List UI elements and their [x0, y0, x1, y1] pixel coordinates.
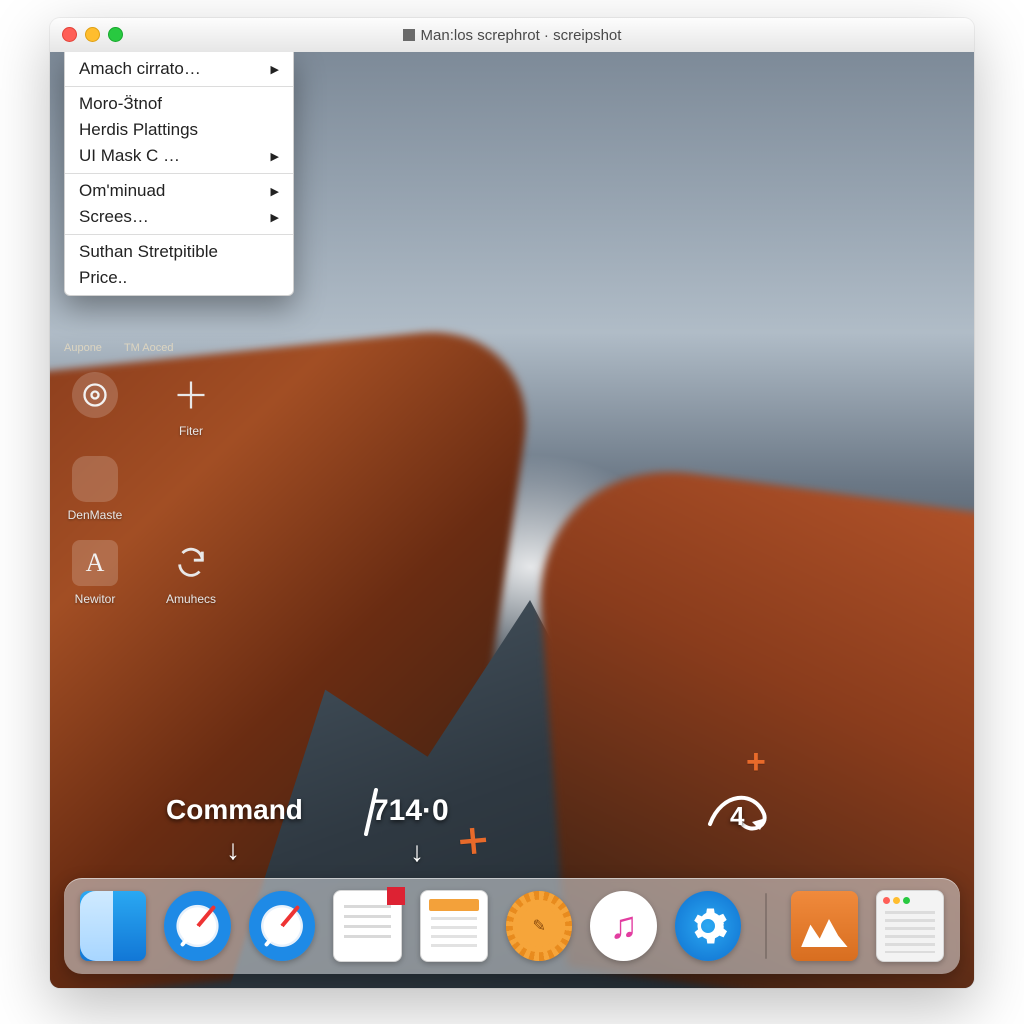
menu-item-uimask[interactable]: UI Mask C … ▶ [65, 143, 293, 169]
menu-item-moro[interactable]: Moro-Ӟtnof [65, 91, 293, 117]
menu-item-label: UI Mask C … [79, 146, 180, 166]
annotation-number: 714·0 [372, 794, 449, 828]
menu-item-label: Price.. [79, 268, 127, 288]
plus-icon [168, 372, 214, 418]
widget-label: Amuhecs [166, 592, 216, 606]
menu-item-price[interactable]: Price.. [65, 265, 293, 291]
window-title: Man:los screphrot · screipshot [403, 27, 622, 44]
submenu-arrow-icon: ▶ [271, 211, 279, 224]
traffic-lights [62, 27, 123, 42]
arrow-down-icon: ↓ [410, 836, 424, 868]
menu-item-label: Screes… [79, 207, 149, 227]
widget-label: Fiter [179, 424, 203, 438]
submenu-arrow-icon: ▶ [271, 63, 279, 76]
desktop[interactable]: Amach cirrato… ▶ Moro-Ӟtnof Herdis Platt… [50, 52, 974, 988]
widgets-top-labels: Aupone TM Aoced [64, 342, 264, 354]
dock-notes-icon[interactable] [420, 890, 488, 962]
dock-settings-icon[interactable] [675, 891, 741, 961]
menu-item-omminuad[interactable]: Om'minuad ▶ [65, 178, 293, 204]
dock-finder-icon[interactable] [80, 891, 146, 961]
dropdown-menu: Amach cirrato… ▶ Moro-Ӟtnof Herdis Platt… [64, 52, 294, 296]
menu-item-label: Amach cirrato… [79, 59, 201, 79]
widget-label: TM Aoced [124, 342, 174, 354]
menu-item-label: Moro-Ӟtnof [79, 94, 162, 114]
menu-separator [65, 234, 293, 235]
arrow-down-icon: ↓ [226, 834, 240, 866]
rounded-square-icon [72, 456, 118, 502]
menu-item-herdis[interactable]: Herdis Plattings [65, 117, 293, 143]
menu-item-amach[interactable]: Amach cirrato… ▶ [65, 56, 293, 82]
dock-seal-icon[interactable]: ✎ [506, 891, 572, 961]
window-title-text: Man:los screphrot · screipshot [421, 27, 622, 44]
menu-item-label: Om'minuad [79, 181, 165, 201]
widget-newitor[interactable]: A Newitor [64, 540, 126, 606]
dock-safari-icon-2[interactable] [249, 891, 315, 961]
titlebar: Man:los screphrot · screipshot [50, 18, 974, 53]
widget-label: Newitor [75, 592, 116, 606]
submenu-arrow-icon: ▶ [271, 150, 279, 163]
annotation-command: Command [166, 794, 303, 826]
widget-label: Aupone [64, 342, 102, 354]
title-icon [403, 29, 415, 41]
menu-item-label: Herdis Plattings [79, 120, 198, 140]
app-window: Man:los screphrot · screipshot Amach cir… [50, 18, 974, 988]
menu-item-screes[interactable]: Screes… ▶ [65, 204, 293, 230]
widget-denmaste[interactable]: DenMaste [64, 456, 126, 522]
widget-fiter[interactable]: Fiter [160, 372, 222, 438]
desktop-widgets: Aupone TM Aoced Fiter [64, 342, 264, 606]
annotation-stroke-icon [362, 788, 380, 838]
target-icon [72, 372, 118, 418]
refresh-icon [168, 540, 214, 586]
dock-safari-icon[interactable] [164, 891, 230, 961]
submenu-arrow-icon: ▶ [271, 185, 279, 198]
plus-icon: + [746, 743, 766, 782]
widget-target[interactable] [64, 372, 126, 424]
menu-separator [65, 86, 293, 87]
dock-separator [765, 893, 767, 959]
widget-label: DenMaste [68, 508, 123, 522]
close-window-button[interactable] [62, 27, 77, 42]
letter-a-icon: A [72, 540, 118, 586]
menu-item-suthan[interactable]: Suthan Stretpitible [65, 239, 293, 265]
menu-item-label: Suthan Stretpitible [79, 242, 218, 262]
zoom-window-button[interactable] [108, 27, 123, 42]
menu-separator [65, 173, 293, 174]
dock-document-icon[interactable] [333, 890, 401, 962]
dock-music-icon[interactable]: ♫ [590, 891, 656, 961]
widget-amuhecs[interactable]: Amuhecs [160, 540, 222, 606]
minimize-window-button[interactable] [85, 27, 100, 42]
dock-photos-box-icon[interactable] [791, 891, 857, 961]
dock: ✎ ♫ [64, 878, 960, 974]
dock-miniwindow-icon[interactable] [876, 890, 944, 962]
annotation-four: 4 [730, 801, 744, 832]
